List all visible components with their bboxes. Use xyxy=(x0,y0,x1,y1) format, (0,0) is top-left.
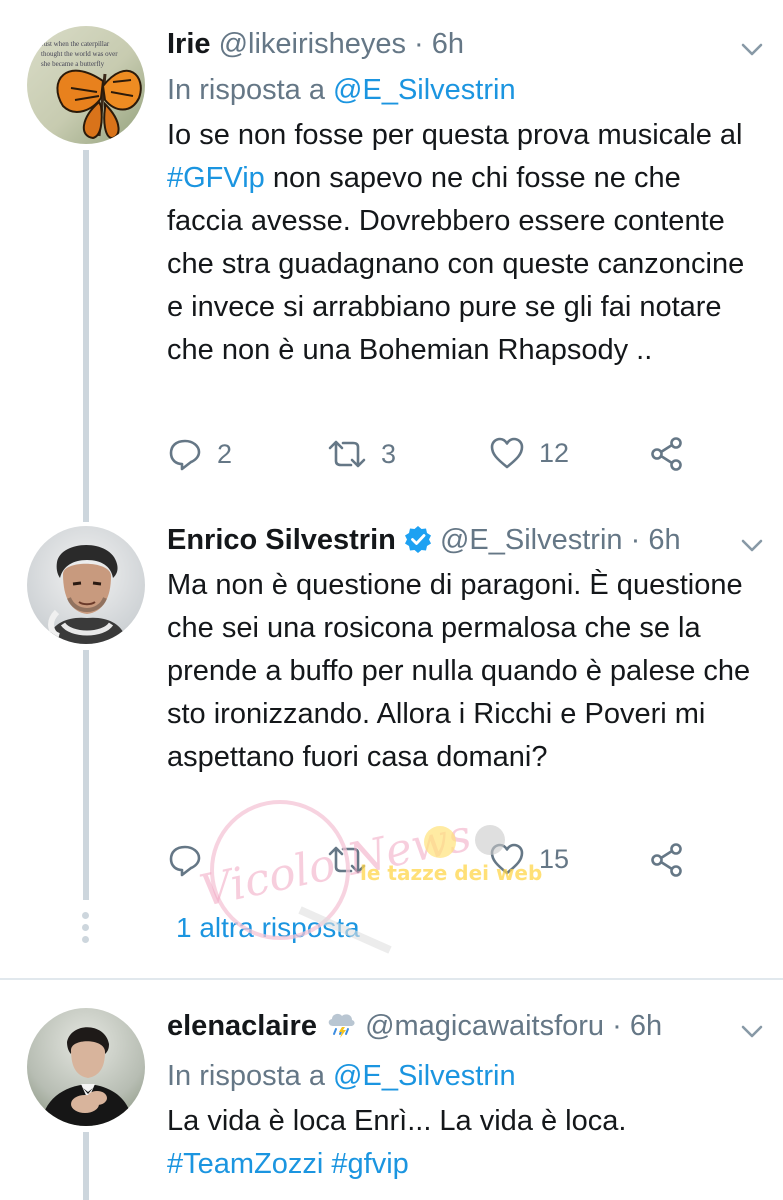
thread-line xyxy=(83,500,89,522)
separator-dot: · xyxy=(414,28,424,60)
svg-text:she became a butterfly: she became a butterfly xyxy=(41,60,105,68)
share-button[interactable] xyxy=(649,842,685,878)
tweet-text-content: Ma non è questione di paragoni. È questi… xyxy=(167,569,751,773)
handle[interactable]: @likeirisheyes xyxy=(219,28,406,60)
cloud-rain-icon xyxy=(328,1013,355,1038)
reply-icon xyxy=(169,439,201,471)
reply-prefix: In risposta a xyxy=(167,74,334,106)
tweet-header: Enrico Silvestrin @E_Silvestrin · 6h xyxy=(167,522,753,558)
svg-text:Just when the caterpillar: Just when the caterpillar xyxy=(41,40,110,48)
handle[interactable]: @magicawaitsforu xyxy=(365,1010,604,1042)
hashtag-link[interactable]: #TeamZozzi #gfvip xyxy=(167,1143,755,1186)
tweet-actions: 15 xyxy=(167,842,707,882)
butterfly-icon: Just when the caterpillar thought the wo… xyxy=(41,40,142,140)
heart-icon xyxy=(490,437,524,469)
avatar[interactable] xyxy=(27,1008,145,1126)
reply-button[interactable]: 2 xyxy=(167,436,232,472)
person-icon xyxy=(47,545,127,644)
hashtag-link[interactable]: #GFVip xyxy=(167,162,265,194)
like-count: 15 xyxy=(539,843,570,874)
retweet-icon xyxy=(328,846,366,874)
reply-button[interactable] xyxy=(167,842,217,878)
tweet-text: La vida è loca Enrì... La vida è loca. #… xyxy=(167,1100,755,1186)
retweet-button[interactable] xyxy=(327,842,381,878)
reply-to-link[interactable]: @E_Silvestrin xyxy=(333,1060,516,1092)
retweet-button[interactable]: 3 xyxy=(327,436,396,472)
display-name[interactable]: elenaclaire xyxy=(167,1010,317,1042)
tweet-enrico[interactable]: Enrico Silvestrin @E_Silvestrin · 6h Ma … xyxy=(0,500,783,978)
avatar[interactable]: Just when the caterpillar thought the wo… xyxy=(27,26,145,144)
timestamp[interactable]: 6h xyxy=(432,28,464,60)
reply-context: In risposta a @E_Silvestrin xyxy=(167,72,516,108)
reply-to-link[interactable]: @E_Silvestrin xyxy=(333,74,516,106)
like-button[interactable]: 15 xyxy=(489,842,569,876)
avatar[interactable] xyxy=(27,526,145,644)
reply-prefix: In risposta a xyxy=(167,1060,334,1092)
tweet-text: Ma non è questione di paragoni. È questi… xyxy=(167,564,755,779)
like-count: 12 xyxy=(539,437,570,468)
separator-dot: · xyxy=(612,1010,622,1042)
chevron-down-icon[interactable] xyxy=(739,1018,765,1044)
separator-dot: · xyxy=(630,524,641,556)
reply-icon xyxy=(169,845,201,877)
tweet-elenaclaire[interactable]: elenaclaire @magicawaitsforu · 6h In ris… xyxy=(0,980,783,1200)
chevron-down-icon[interactable] xyxy=(739,36,765,62)
person-icon xyxy=(41,1027,133,1126)
share-button[interactable] xyxy=(649,436,685,472)
timestamp[interactable]: 6h xyxy=(630,1010,662,1042)
more-replies-link[interactable]: 1 altra risposta xyxy=(176,912,360,944)
tweet-header: Irie @likeirisheyes · 6h xyxy=(167,26,753,62)
reply-count: 2 xyxy=(217,438,233,469)
thread-line xyxy=(83,650,89,900)
chevron-down-icon[interactable] xyxy=(739,532,765,558)
like-button[interactable]: 12 xyxy=(489,436,569,470)
tweet-text-content: La vida è loca Enrì... La vida è loca. xyxy=(167,1105,627,1137)
share-icon xyxy=(651,843,682,877)
thread-line xyxy=(83,150,89,500)
svg-text:thought the world was over: thought the world was over xyxy=(41,50,118,58)
tweet-text: Io se non fosse per questa prova musical… xyxy=(167,114,755,372)
handle[interactable]: @E_Silvestrin xyxy=(440,524,623,556)
timestamp[interactable]: 6h xyxy=(648,524,680,556)
retweet-count: 3 xyxy=(381,438,397,469)
display-name[interactable]: Enrico Silvestrin xyxy=(167,524,396,556)
tweet-header: elenaclaire @magicawaitsforu · 6h xyxy=(167,1008,753,1044)
more-replies-dots xyxy=(82,912,90,948)
retweet-icon xyxy=(328,440,366,468)
tweet-text-part: Io se non fosse per questa prova musical… xyxy=(167,119,743,151)
verified-badge-icon xyxy=(404,526,431,553)
reply-context: In risposta a @E_Silvestrin xyxy=(167,1058,516,1094)
tweet-actions: 2 3 12 xyxy=(167,436,707,476)
share-icon xyxy=(651,437,682,471)
thread-line xyxy=(83,1132,89,1200)
heart-icon xyxy=(490,843,524,875)
tweet-irie[interactable]: Just when the caterpillar thought the wo… xyxy=(0,0,783,500)
display-name[interactable]: Irie xyxy=(167,28,211,60)
